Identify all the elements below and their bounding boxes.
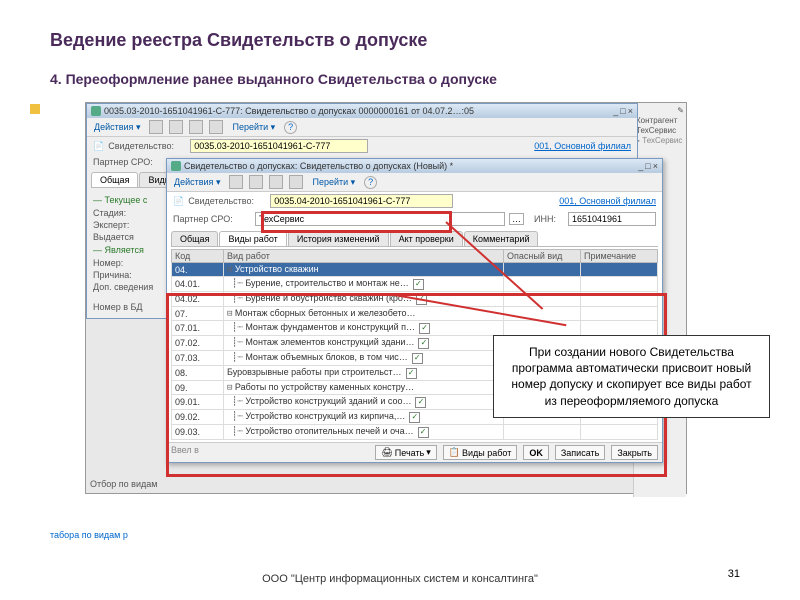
table-row[interactable]: 04.⊟ Устройство скважин: [172, 263, 658, 277]
goto-menu[interactable]: Перейти ▾: [229, 121, 278, 134]
print-button[interactable]: 🖨 Печать ▾: [375, 445, 436, 460]
titlebar-back: 0035.03-2010-1651041961-С-777: Свидетель…: [87, 104, 637, 118]
app-icon: [171, 161, 181, 171]
tab-comment[interactable]: Комментарий: [464, 231, 539, 246]
partner-label: Партнер СРО:: [93, 157, 171, 167]
bullet-icon: [30, 104, 40, 114]
callout-box: При создании нового Свидетельства програ…: [493, 335, 770, 418]
tab-works[interactable]: Виды работ: [219, 231, 286, 246]
table-row[interactable]: 09.03. ┊┈ Устройство отопительных печей …: [172, 425, 658, 440]
toolbar-back: Действия ▾ Перейти ▾ ?: [87, 118, 637, 137]
cert-field-back[interactable]: 0035.03-2010-1651041961-С-777: [190, 139, 368, 153]
partner-field[interactable]: ТехСервис: [255, 212, 505, 226]
screenshot: ✎ Контрагент ТехСервис ▸ ТехСервис 0035.…: [85, 102, 687, 494]
goto-menu[interactable]: Перейти ▾: [309, 176, 358, 189]
slide-subtitle: 4. Переоформление ранее выданного Свидет…: [50, 71, 750, 87]
works-button[interactable]: 📋 Виды работ: [443, 445, 518, 460]
tab-history[interactable]: История изменений: [288, 231, 389, 246]
help-icon[interactable]: ?: [364, 176, 377, 189]
branch-link[interactable]: 001, Основной филиал: [559, 196, 656, 206]
lookup-button[interactable]: …: [509, 213, 524, 225]
cert-field-front[interactable]: 0035.04-2010-1651041961-С-777: [270, 194, 453, 208]
inn-field[interactable]: 1651041961: [568, 212, 656, 226]
bottom-link[interactable]: табора по видам р: [50, 530, 128, 540]
help-icon[interactable]: ?: [284, 121, 297, 134]
app-icon: [91, 106, 101, 116]
table-row[interactable]: 07.01. ┊┈ Монтаж фундаментов и конструкц…: [172, 321, 658, 336]
ok-button[interactable]: OK: [523, 445, 549, 460]
doc-icon: 📄: [93, 141, 104, 152]
tab-act[interactable]: Акт проверки: [390, 231, 463, 246]
titlebar-front: Свидетельство о допусках: Свидетельство …: [167, 159, 662, 173]
save-button[interactable]: Записать: [555, 445, 605, 460]
doc-icon: 📄: [173, 196, 184, 207]
cert-label: Свидетельство:: [108, 141, 186, 151]
branch-link[interactable]: 001, Основной филиал: [534, 141, 631, 151]
tab-general[interactable]: Общая: [91, 172, 138, 187]
actions-menu[interactable]: Действия ▾: [171, 176, 223, 189]
tab-general[interactable]: Общая: [171, 231, 218, 246]
close-button[interactable]: Закрыть: [611, 445, 658, 460]
footer: ООО "Центр информационных систем и конса…: [0, 573, 800, 585]
page-number: 31: [728, 568, 740, 580]
tool-icon[interactable]: [149, 120, 163, 134]
table-row[interactable]: 04.01. ┊┈ Бурение, строительство и монта…: [172, 277, 658, 292]
actions-menu[interactable]: Действия ▾: [91, 121, 143, 134]
slide-title: Ведение реестра Свидетельств о допуске: [50, 30, 750, 51]
table-row[interactable]: 07.⊟ Монтаж сборных бетонных и железобет…: [172, 307, 658, 321]
